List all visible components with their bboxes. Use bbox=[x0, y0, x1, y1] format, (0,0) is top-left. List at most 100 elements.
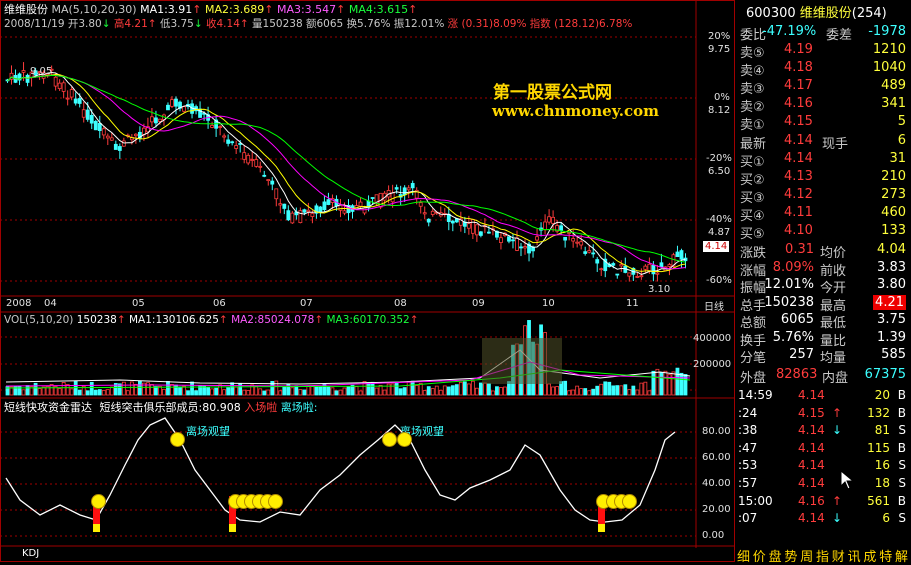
volume-bar bbox=[109, 386, 114, 396]
volume-bar bbox=[503, 386, 507, 396]
bottom-tab[interactable]: 解 bbox=[895, 546, 908, 565]
smiley-icon bbox=[622, 494, 637, 509]
volume-bar bbox=[77, 389, 82, 396]
candle-body bbox=[515, 237, 519, 251]
candle-body bbox=[166, 104, 170, 111]
volume-label: VOL(5,10,20) bbox=[4, 314, 74, 326]
bottom-tab[interactable]: 周 bbox=[800, 546, 813, 565]
volume-ma-line bbox=[5, 349, 691, 385]
candle-body bbox=[667, 264, 672, 267]
trade-volume: 81 bbox=[874, 423, 890, 438]
candle-body bbox=[575, 241, 580, 244]
volume-bar bbox=[603, 381, 608, 396]
volume-bar bbox=[406, 381, 411, 396]
candle-body bbox=[466, 223, 471, 229]
volume-bar bbox=[547, 383, 551, 396]
volume-bar bbox=[478, 382, 483, 396]
stock-count: (254) bbox=[851, 6, 887, 21]
trade-row: :38 4.14 ↓ 81 S bbox=[736, 421, 910, 439]
indicator-header: 短线快攻资金雷达 短线突击俱乐部成员:80.908 入场啦 离场啦: bbox=[4, 402, 317, 414]
volume-bar bbox=[150, 384, 154, 396]
candle-body bbox=[651, 264, 656, 275]
volume-bar bbox=[105, 389, 110, 396]
volume-bar bbox=[121, 381, 126, 396]
time-tick: 06 bbox=[213, 298, 226, 309]
ask-price: 4.19 bbox=[784, 42, 813, 57]
trade-arrow: ↓ bbox=[832, 511, 843, 526]
candle-body bbox=[599, 268, 604, 271]
stat-row: 涨幅 8.09% 前收 3.83 bbox=[736, 258, 910, 279]
trade-side: B bbox=[897, 493, 906, 508]
quote-panel: 600300 维维股份(254) 委比 -47.19% 委差 -1978 卖⑤ 4… bbox=[736, 0, 911, 565]
amount-value: 额6065 bbox=[305, 18, 344, 30]
bottom-tab[interactable]: 势 bbox=[784, 546, 797, 565]
volume-bar bbox=[631, 385, 636, 396]
vol-ma1: MA1:130106.625 bbox=[128, 314, 219, 326]
indicator-enter: 入场啦 bbox=[244, 401, 278, 414]
stat-value: 3.80 bbox=[877, 277, 906, 292]
time-tick: 10 bbox=[542, 298, 555, 309]
trade-side: B bbox=[897, 388, 906, 402]
candle-body bbox=[322, 201, 327, 211]
volume-bar bbox=[214, 387, 219, 396]
volume-bar bbox=[166, 381, 170, 396]
volume-bar bbox=[647, 390, 652, 396]
trade-price: 4.14 bbox=[798, 388, 825, 402]
ma4-value: MA4:3.615 bbox=[348, 3, 409, 16]
bottom-tab[interactable]: 财 bbox=[832, 546, 845, 565]
smiley-icon bbox=[91, 494, 106, 509]
candle-body bbox=[93, 120, 98, 131]
bottom-tab[interactable]: 讯 bbox=[848, 546, 861, 565]
low-value: 低3.75 bbox=[159, 18, 194, 30]
tab-kdj[interactable]: KDJ bbox=[22, 548, 39, 560]
stat-value: 3.75 bbox=[877, 312, 906, 327]
bottom-tab[interactable]: 盘 bbox=[769, 546, 782, 565]
close-value: 收4.14 bbox=[206, 18, 240, 30]
volume-bar bbox=[607, 381, 612, 396]
stock-code: 600300 bbox=[746, 6, 796, 21]
volume-now: 150238 bbox=[76, 314, 117, 326]
period-button[interactable]: 日线 bbox=[704, 298, 724, 313]
candle-body bbox=[109, 137, 114, 141]
candle-body bbox=[89, 114, 94, 124]
ask-row: 卖② 4.16 341 bbox=[736, 94, 910, 115]
smiley-icon bbox=[382, 432, 397, 447]
trade-time: :38 bbox=[738, 423, 758, 438]
volume-bar bbox=[466, 383, 471, 396]
candle-body bbox=[246, 154, 251, 164]
trade-volume: 132 bbox=[867, 405, 890, 420]
last-row: 最新 4.14 现手 6 bbox=[736, 131, 910, 152]
trade-side: B bbox=[897, 440, 906, 455]
trade-volume: 561 bbox=[867, 493, 890, 508]
stat-value: 585 bbox=[881, 347, 906, 362]
bid-volume: 273 bbox=[881, 187, 906, 202]
ask-volume: 1040 bbox=[872, 60, 906, 75]
volume-bar bbox=[627, 389, 632, 396]
bottom-tab[interactable]: 成 bbox=[863, 546, 876, 565]
chart-canvas[interactable] bbox=[0, 0, 735, 563]
volume-bar bbox=[595, 385, 600, 396]
bottom-tab[interactable]: 价 bbox=[753, 546, 766, 565]
candle-body bbox=[61, 82, 66, 92]
bid-volume: 210 bbox=[881, 169, 906, 184]
trade-side: S bbox=[898, 511, 906, 526]
bottom-tab[interactable]: 细 bbox=[737, 546, 750, 565]
candle-body bbox=[563, 236, 568, 241]
candle-body bbox=[158, 118, 162, 122]
ask-volume: 5 bbox=[897, 114, 906, 129]
bid-row: 买② 4.13 210 bbox=[736, 167, 910, 188]
candle-body bbox=[430, 210, 435, 215]
stat-value: 8.09% bbox=[772, 259, 814, 275]
trade-row: :24 4.15 ↑ 132 B bbox=[736, 404, 910, 422]
trade-time: :47 bbox=[738, 440, 758, 455]
candle-body bbox=[77, 98, 82, 104]
candle-body bbox=[595, 259, 600, 264]
trade-time: 15:00 bbox=[738, 493, 773, 508]
trade-price: 4.16 bbox=[798, 493, 825, 508]
volume-bar bbox=[298, 389, 303, 396]
bottom-tab[interactable]: 特 bbox=[879, 546, 892, 565]
ma-label: MA(5,10,20,30) bbox=[51, 3, 137, 16]
bottom-tab[interactable]: 指 bbox=[816, 546, 829, 565]
volume-bar bbox=[278, 390, 283, 396]
candle-body bbox=[170, 99, 174, 107]
